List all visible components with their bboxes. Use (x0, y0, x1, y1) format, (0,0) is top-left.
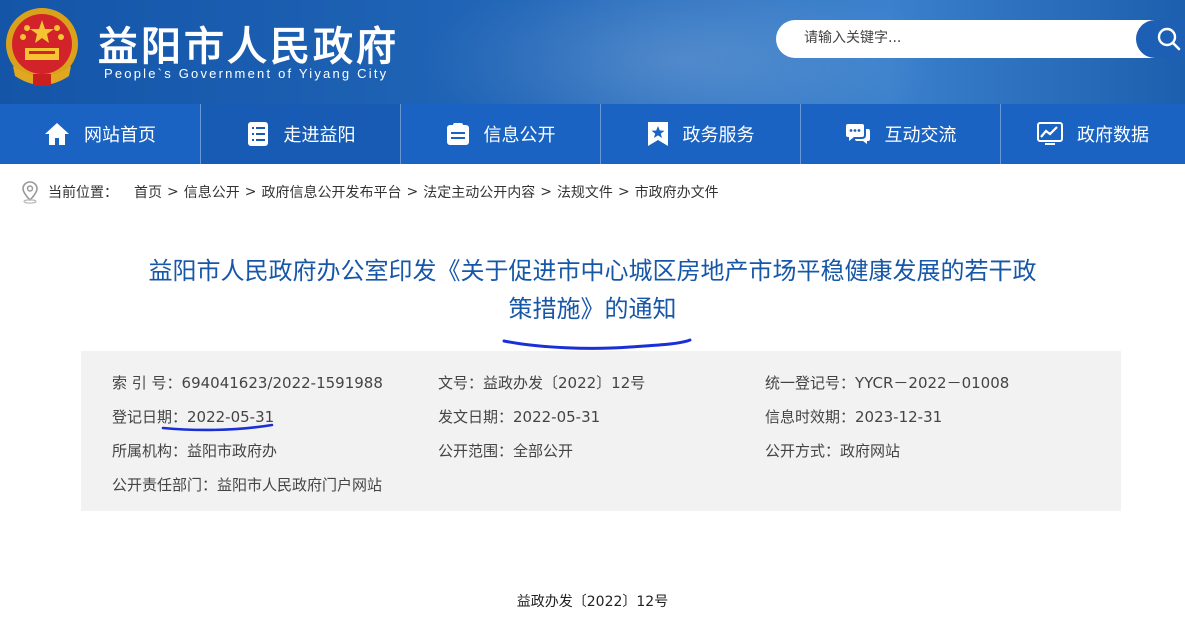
info-disclosure-scope: 公开范围：全部公开 (438, 442, 574, 460)
info-disclosure-method: 公开方式：政府网站 (765, 442, 901, 460)
chart-icon (1037, 122, 1063, 145)
breadcrumb-link-statutory[interactable]: 法定主动公开内容 (423, 182, 535, 202)
nav-item-interaction[interactable]: 互动交流 (801, 104, 1001, 164)
search-input[interactable] (802, 29, 1136, 47)
info-issue-date: 发文日期：2022-05-31 (438, 408, 601, 426)
document-list-icon (247, 122, 268, 146)
breadcrumb-link-regulations[interactable]: 法规文件 (557, 182, 613, 202)
nav-item-label: 政府数据 (1077, 125, 1149, 146)
site-subtitle: People`s Government of Yiyang City (104, 66, 389, 81)
main-nav: 网站首页 走进益阳 信息公开 政务服务 互动交流 政府数据 (0, 104, 1185, 164)
nav-item-about[interactable]: 走进益阳 (201, 104, 401, 164)
info-document-number: 文号：益政办发〔2022〕12号 (438, 374, 646, 392)
site-header: 益阳市人民政府 People`s Government of Yiyang Ci… (0, 0, 1185, 104)
document-number-line: 益政办发〔2022〕12号 (516, 594, 669, 610)
nav-item-label: 走进益阳 (283, 125, 356, 146)
home-icon (45, 123, 69, 145)
nav-item-label: 互动交流 (884, 125, 957, 146)
info-validity-date: 信息时效期：2023-12-31 (765, 408, 943, 426)
nav-item-label: 网站首页 (84, 125, 156, 146)
breadcrumb-separator: > (540, 184, 552, 200)
breadcrumb-separator: > (167, 184, 179, 200)
breadcrumb-separator: > (244, 184, 257, 200)
nav-item-gov-services[interactable]: 政务服务 (601, 104, 801, 164)
breadcrumb-link-city-office-docs[interactable]: 市政府办文件 (635, 182, 719, 202)
info-unified-registration: 统一登记号：YYCR－2022－01008 (765, 374, 1010, 392)
location-pin-icon (22, 181, 38, 204)
national-emblem-icon[interactable] (3, 6, 81, 90)
search-icon (1157, 27, 1181, 51)
breadcrumb-separator: > (406, 184, 419, 200)
breadcrumb-label: 当前位置： (48, 185, 118, 201)
info-card-icon (446, 123, 469, 145)
breadcrumb: 当前位置： 首页 > 信息公开 > 政府信息公开发布平台 > 法定主动公开内容 … (20, 180, 719, 204)
article-title-line1: 益阳市人民政府办公室印发《关于促进市中心城区房地产市场平稳健康发展的若干政 (148, 257, 1037, 285)
article-title: 益阳市人民政府办公室印发《关于促进市中心城区房地产市场平稳健康发展的若干政 策措… (40, 252, 1145, 328)
star-bookmark-icon (647, 122, 668, 146)
info-agency: 所属机构：益阳市政府办 (112, 442, 278, 460)
nav-item-home[interactable]: 网站首页 (0, 104, 201, 164)
search-button[interactable] (1136, 20, 1185, 58)
breadcrumb-separator: > (617, 184, 630, 200)
article-title-line2: 策措施》的通知 (508, 295, 677, 323)
handwritten-underline-title (502, 338, 692, 350)
breadcrumb-link-platform[interactable]: 政府信息公开发布平台 (261, 182, 401, 202)
site-title: 益阳市人民政府 (98, 24, 399, 70)
info-index-no: 索 引 号：694041623/2022-1591988 (112, 374, 383, 392)
breadcrumb-link-info-public[interactable]: 信息公开 (184, 182, 240, 202)
search-box (776, 20, 1185, 58)
nav-item-info-public[interactable]: 信息公开 (401, 104, 601, 164)
chat-bubbles-icon (845, 124, 870, 144)
nav-item-gov-data[interactable]: 政府数据 (1001, 104, 1185, 164)
nav-item-label: 政务服务 (682, 125, 755, 146)
breadcrumb-link-home[interactable]: 首页 (134, 182, 162, 202)
info-responsible-dept: 公开责任部门：益阳市人民政府门户网站 (112, 476, 383, 494)
handwritten-underline-date (161, 423, 274, 432)
nav-item-label: 信息公开 (483, 125, 556, 146)
